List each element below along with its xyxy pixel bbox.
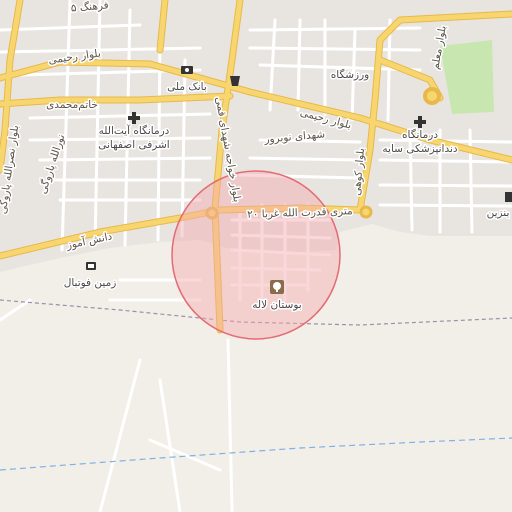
stadium-icon[interactable] [86, 262, 96, 270]
fuel-icon[interactable] [505, 192, 512, 202]
highlight-circle[interactable] [171, 170, 341, 340]
poi-label-football: زمین فوتبال [64, 277, 117, 289]
street-label-khatam: خاتم‌محمدی [46, 99, 98, 111]
poi-label-gym: ورزشگاه [331, 68, 370, 81]
map-canvas[interactable]: فرهنگ ۵ بلوار رحیمی بلوار رحیمی خاتم‌محم… [0, 0, 512, 512]
bank-icon[interactable] [181, 66, 193, 74]
poi-label-gas: بنزین [487, 207, 510, 219]
roundabout [359, 205, 373, 219]
poi-label-park: بوستان لاله [252, 299, 301, 311]
roundabout [423, 87, 441, 105]
poi-label-bank: بانک ملی [167, 81, 207, 93]
map-view[interactable]: فرهنگ ۵ بلوار رحیمی بلوار رحیمی خاتم‌محم… [0, 0, 512, 512]
park-tree-icon[interactable] [270, 280, 284, 294]
